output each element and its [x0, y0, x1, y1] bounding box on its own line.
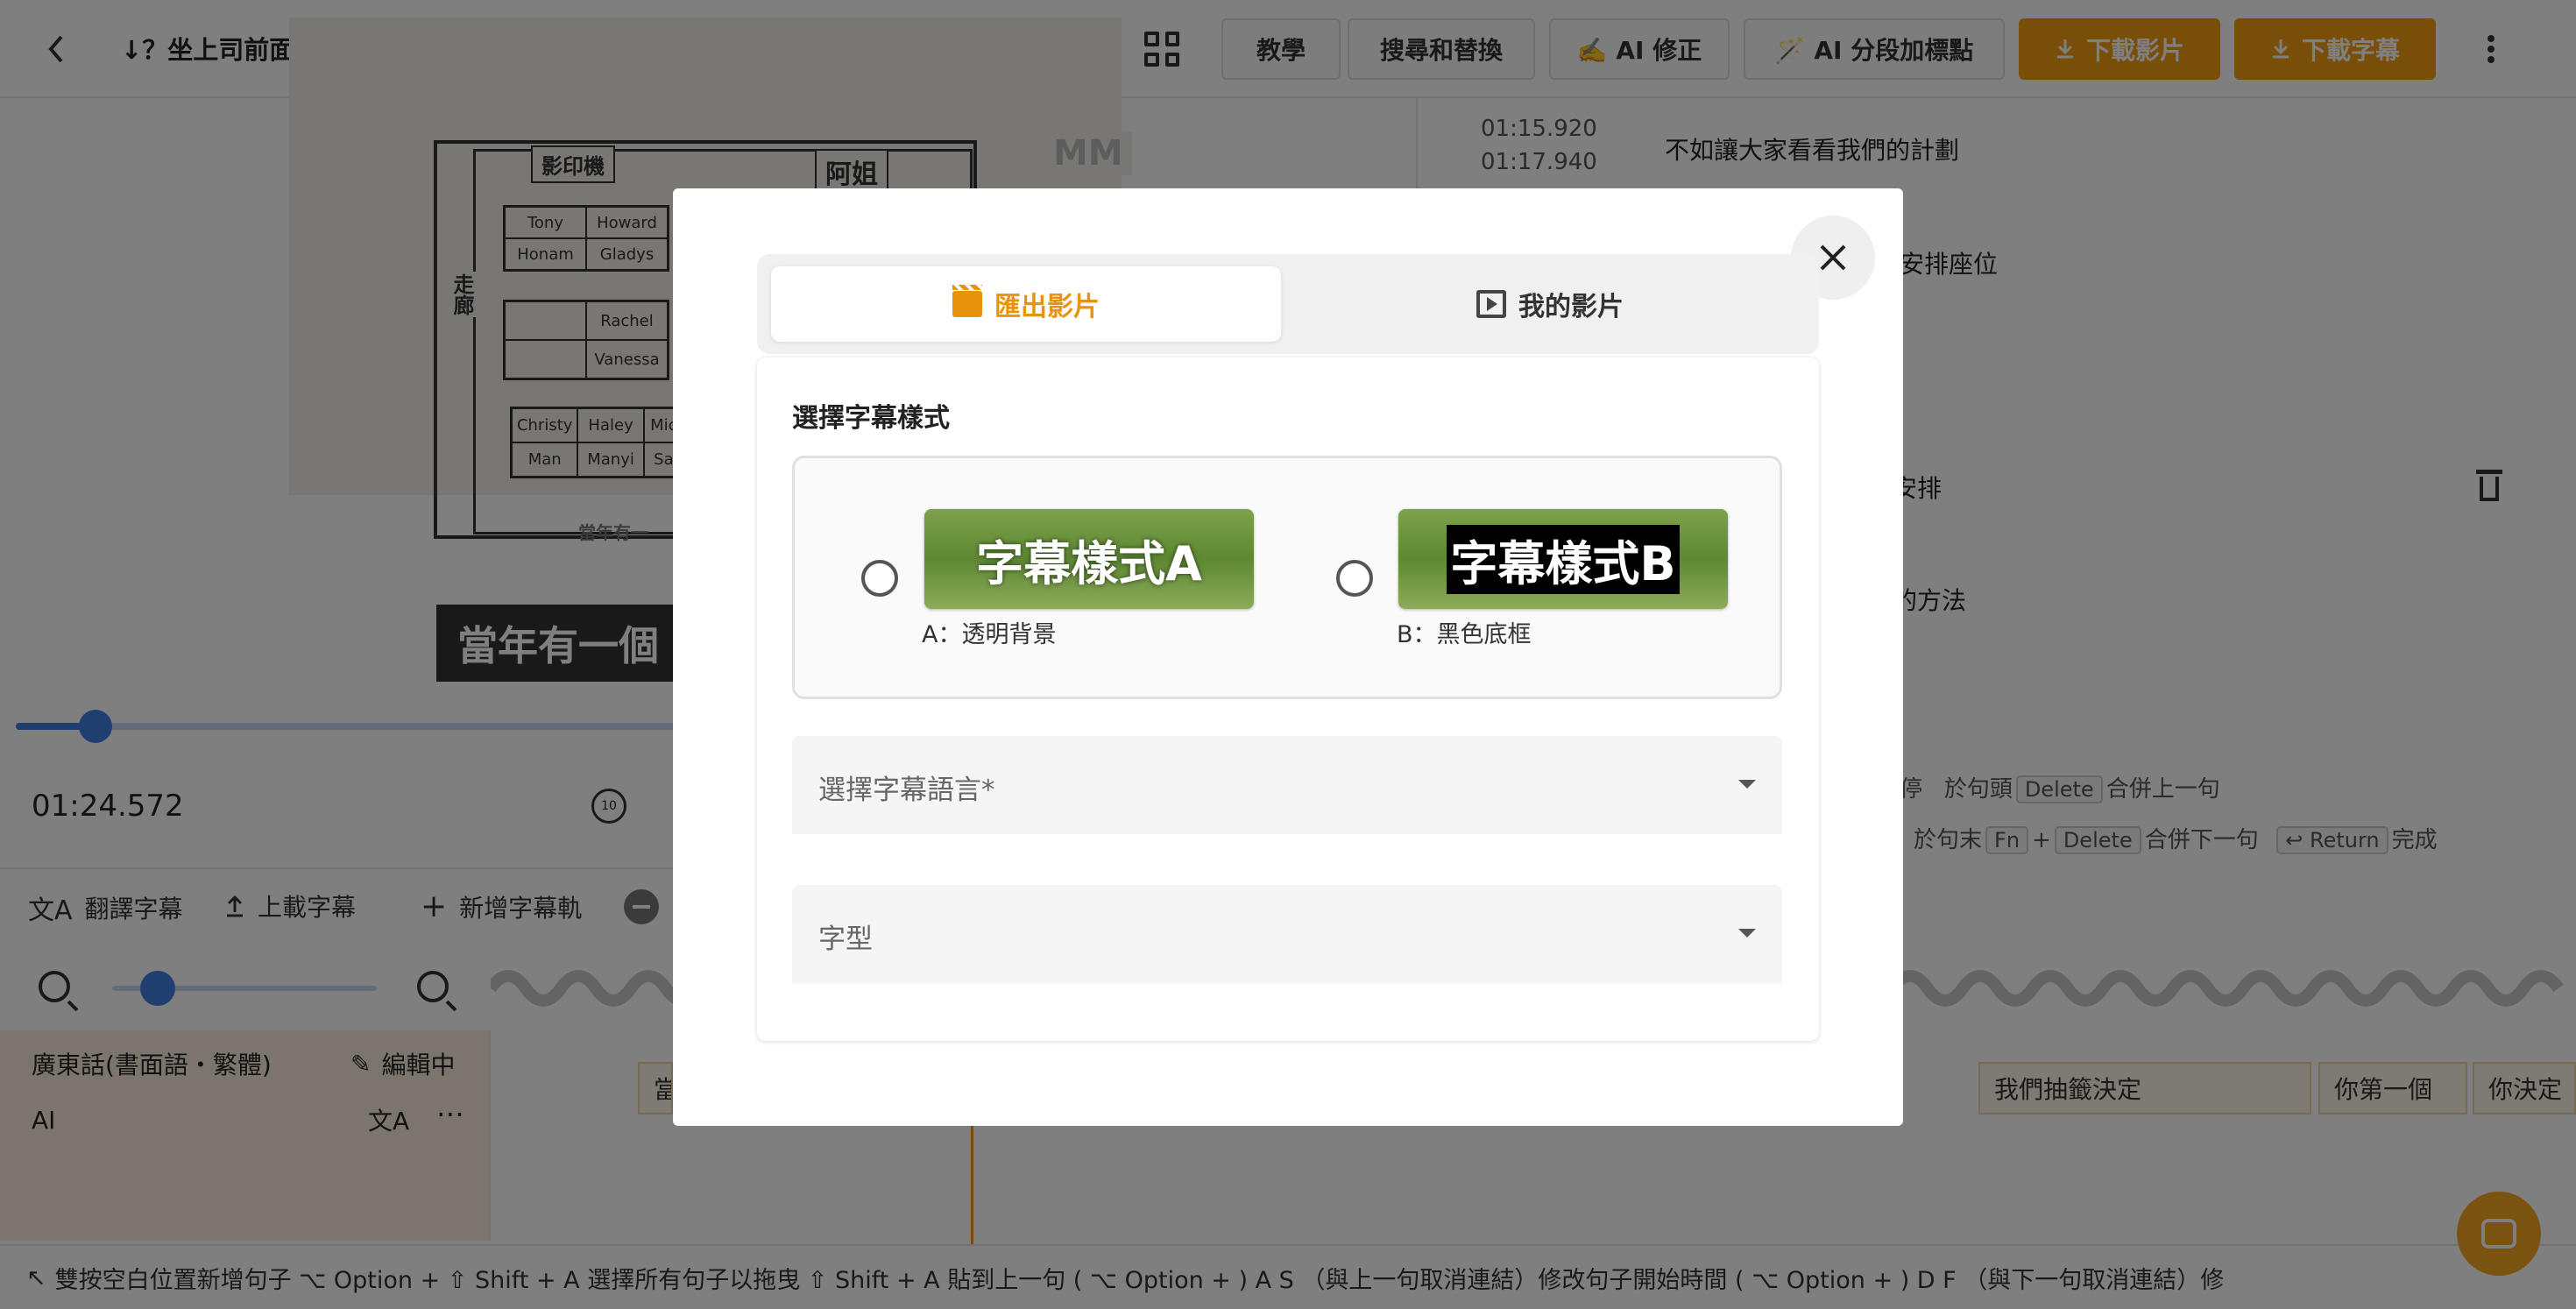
- dropdown-arrow-icon: [1738, 780, 1756, 789]
- font-select[interactable]: 字型: [792, 885, 1782, 983]
- subtitle-language-select[interactable]: 選擇字幕語言*: [792, 736, 1782, 834]
- video-library-icon: [1476, 290, 1506, 318]
- style-b-preview-text: 字幕樣式B: [1447, 524, 1680, 594]
- modal-tab-strip: 匯出影片 我的影片: [757, 254, 1819, 354]
- style-b-preview[interactable]: 字幕樣式B: [1398, 509, 1728, 609]
- tab-export-video[interactable]: 匯出影片: [771, 266, 1281, 342]
- style-a-radio[interactable]: [861, 560, 898, 597]
- dropdown-arrow-icon: [1738, 929, 1756, 938]
- style-a-preview-text: 字幕樣式A: [976, 535, 1202, 591]
- tab-export-label: 匯出影片: [994, 292, 1100, 322]
- style-a-caption: A：透明背景: [922, 621, 1057, 648]
- language-select-label: 選擇字幕語言*: [818, 775, 995, 806]
- clapperboard-icon: [952, 285, 982, 317]
- tab-my-videos-label: 我的影片: [1518, 292, 1624, 322]
- tab-my-videos[interactable]: 我的影片: [1295, 266, 1805, 342]
- font-select-label: 字型: [818, 923, 873, 955]
- style-b-radio[interactable]: [1336, 560, 1373, 597]
- close-icon: [1820, 244, 1846, 271]
- section-title: 選擇字幕樣式: [792, 403, 950, 434]
- style-b-caption: B：黑色底框: [1397, 621, 1532, 648]
- style-a-preview[interactable]: 字幕樣式A: [924, 509, 1254, 609]
